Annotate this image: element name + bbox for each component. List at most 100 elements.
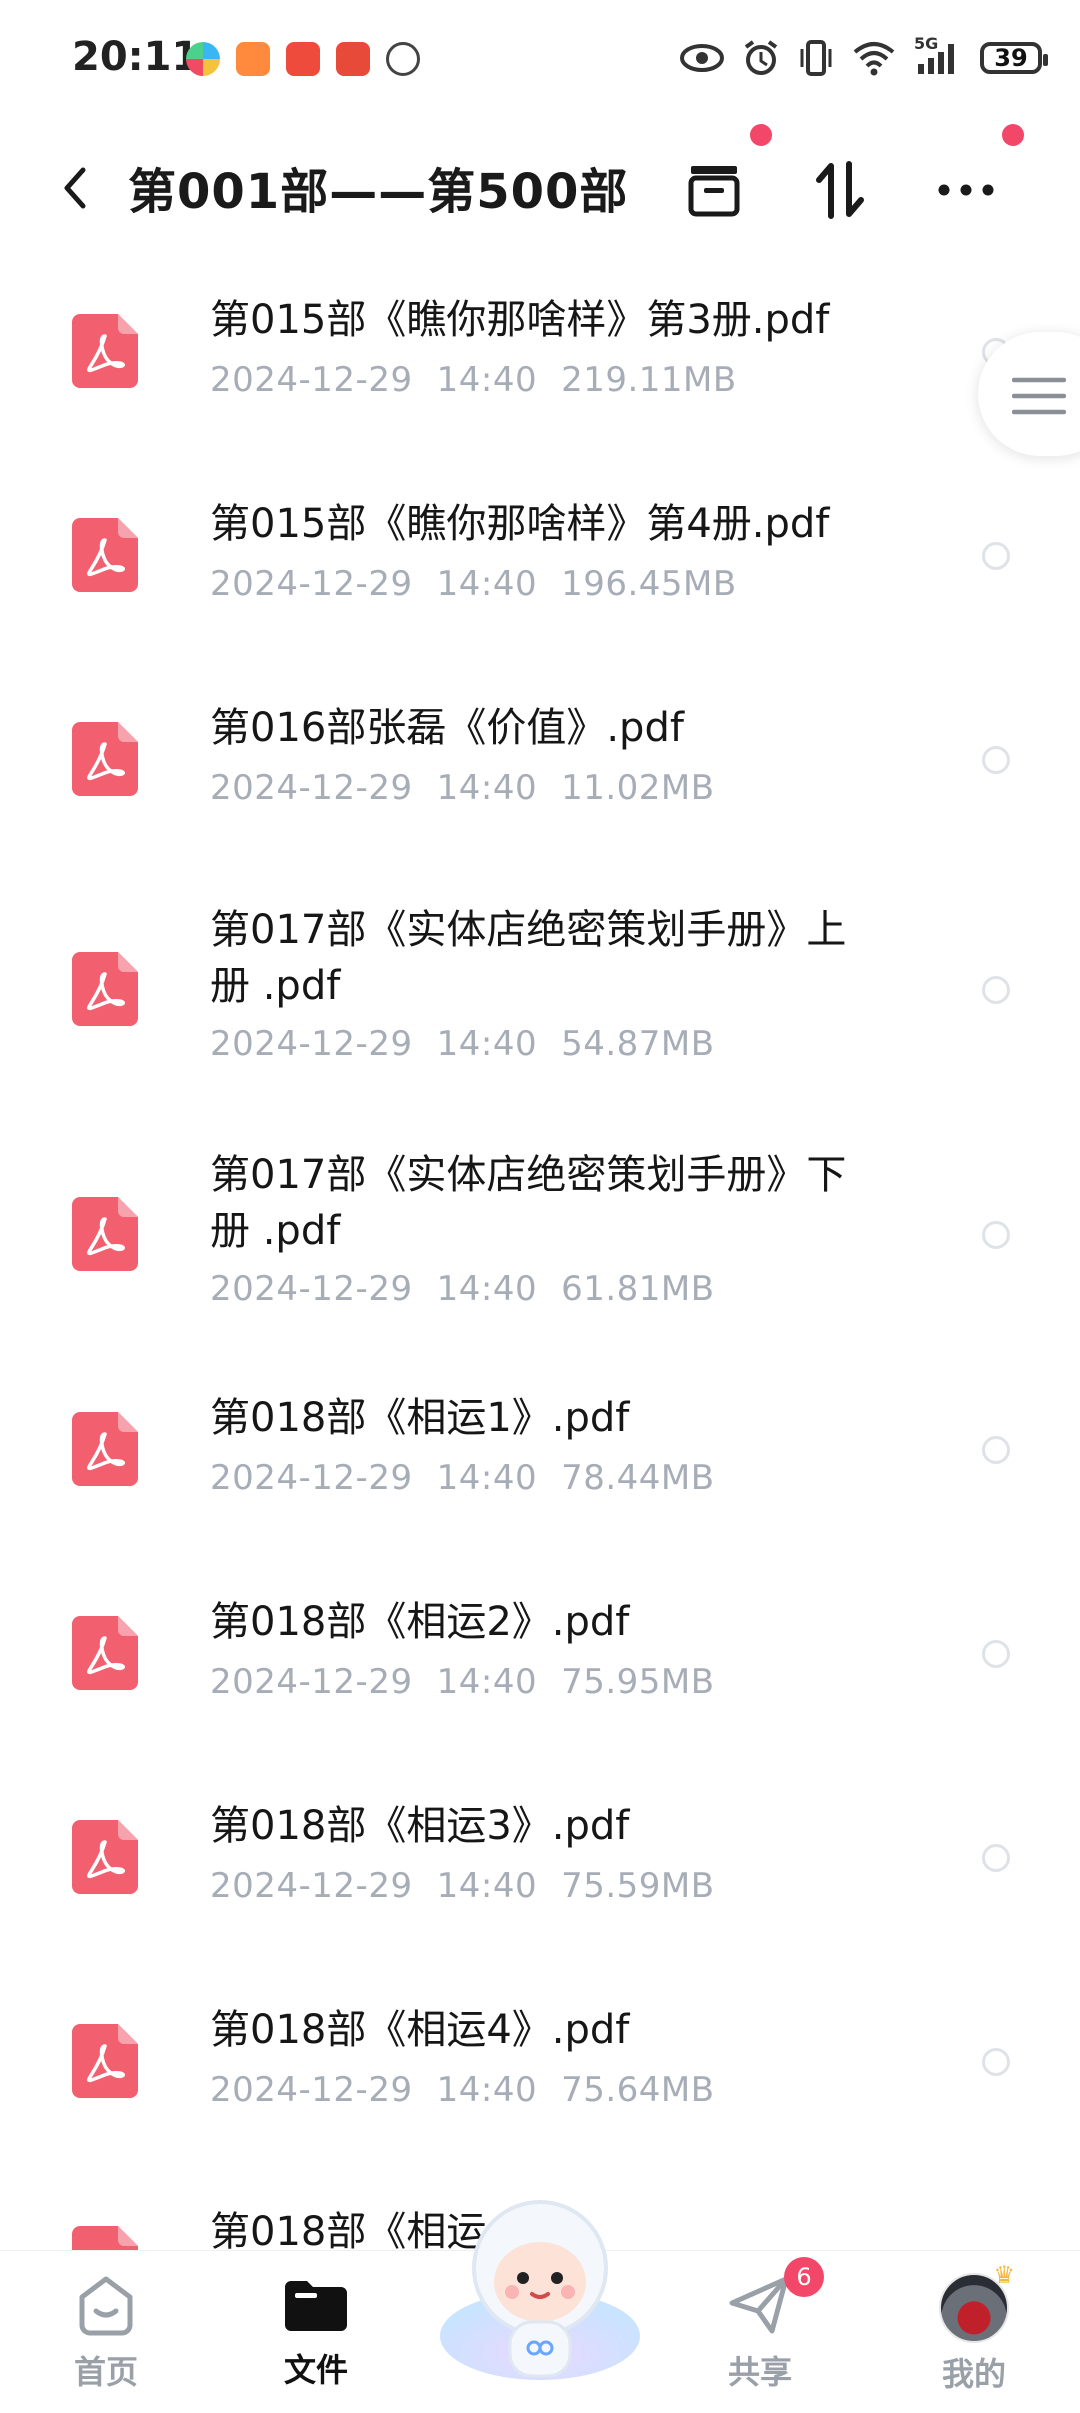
status-right-icons: 5G 39	[680, 34, 1048, 78]
pdf-file-icon	[72, 2024, 138, 2098]
avatar: ♛	[939, 2261, 1015, 2343]
sort-button[interactable]	[800, 150, 880, 230]
alarm-icon	[742, 38, 780, 78]
app-notification-icon	[386, 42, 420, 76]
select-radio[interactable]	[982, 976, 1010, 1004]
more-icon	[938, 184, 994, 196]
file-time: 14:40	[436, 360, 538, 400]
file-size: 75.59MB	[561, 1866, 715, 1906]
network-type: 5G	[914, 34, 939, 53]
app-notification-icon	[186, 42, 220, 76]
file-name: 第016部张磊《价值》.pdf	[210, 705, 684, 751]
file-time: 14:40	[436, 1866, 538, 1906]
pdf-file-icon	[72, 1820, 138, 1894]
select-radio[interactable]	[982, 542, 1010, 570]
file-time: 14:40	[436, 1662, 538, 1702]
pdf-file-icon	[72, 722, 138, 796]
file-time: 14:40	[436, 1458, 538, 1498]
select-radio[interactable]	[982, 1844, 1010, 1872]
assistant-mascot-button[interactable]	[430, 2186, 650, 2386]
page-title: 第001部——第500部	[128, 164, 629, 220]
file-name: 第018部《相运3》.pdf	[210, 1803, 630, 1849]
select-radio[interactable]	[982, 1640, 1010, 1668]
status-time: 20:11	[72, 34, 200, 80]
pdf-file-icon	[72, 314, 138, 388]
file-meta: 2024-12-29 14:40 78.44MB	[210, 1458, 739, 1498]
select-radio[interactable]	[982, 1221, 1010, 1249]
file-name: 第015部《瞧你那啥样》第3册.pdf	[210, 297, 830, 343]
status-app-icons	[186, 42, 420, 76]
mascot-icon	[440, 2200, 640, 2380]
file-size: 75.64MB	[561, 2070, 715, 2110]
battery-level: 39	[994, 44, 1028, 72]
nav-files[interactable]: 文件	[246, 2273, 386, 2391]
file-size: 75.95MB	[561, 1662, 715, 1702]
file-name: 第018部《相运4》.pdf	[210, 2007, 630, 2053]
archive-button[interactable]	[674, 150, 754, 230]
file-list: 第015部《瞧你那啥样》第3册.pdf 2024-12-29 14:40 219.1…	[0, 240, 1080, 2250]
nav-mine-label: 我的	[941, 2355, 1006, 2393]
file-time: 14:40	[436, 1024, 538, 1064]
select-radio[interactable]	[982, 2048, 1010, 2076]
pdf-file-icon	[72, 518, 138, 592]
file-size: 219.11MB	[561, 360, 737, 400]
notification-dot	[750, 124, 772, 146]
file-size: 11.02MB	[561, 768, 715, 808]
file-meta: 2024-12-29 14:40 219.11MB	[210, 360, 761, 400]
file-meta: 2024-12-29 14:40 196.45MB	[210, 564, 761, 604]
top-app-bar: 第001部——第500部	[0, 124, 1080, 240]
nav-share-label: 共享	[727, 2353, 792, 2391]
file-date: 2024-12-29	[210, 1662, 413, 1702]
file-time: 14:40	[436, 768, 538, 808]
status-bar: 20:11 5G 39	[0, 0, 1080, 120]
file-meta: 2024-12-29 14:40 75.64MB	[210, 2070, 739, 2110]
crown-icon: ♛	[993, 2261, 1015, 2289]
vibrate-icon	[798, 38, 834, 78]
file-date: 2024-12-29	[210, 1269, 413, 1309]
eye-icon	[680, 38, 724, 78]
menu-icon	[1012, 377, 1066, 415]
file-date: 2024-12-29	[210, 768, 413, 808]
share-badge: 6	[784, 2257, 824, 2297]
file-date: 2024-12-29	[210, 1458, 413, 1498]
file-time: 14:40	[436, 2070, 538, 2110]
pdf-file-icon	[72, 1197, 138, 1271]
folder-icon	[285, 2281, 347, 2331]
file-meta: 2024-12-29 14:40 75.95MB	[210, 1662, 739, 1702]
file-name: 第018部《相运2》.pdf	[210, 1599, 630, 1645]
nav-files-label: 文件	[283, 2351, 348, 2389]
send-icon	[729, 2276, 789, 2334]
pdf-file-icon	[72, 1412, 138, 1486]
file-name: 第017部《实体店绝密策划手册》下册 .pdf	[210, 1152, 847, 1254]
battery-icon: 39	[980, 42, 1048, 74]
file-size: 196.45MB	[561, 564, 737, 604]
pdf-file-icon	[72, 2226, 138, 2250]
app-notification-icon	[236, 42, 270, 76]
file-size: 54.87MB	[561, 1024, 715, 1064]
file-meta: 2024-12-29 14:40 54.87MB	[210, 1024, 739, 1064]
file-meta: 2024-12-29 14:40 11.02MB	[210, 768, 739, 808]
file-date: 2024-12-29	[210, 564, 413, 604]
select-radio[interactable]	[982, 746, 1010, 774]
app-notification-icon	[286, 42, 320, 76]
nav-home[interactable]: 首页	[36, 2273, 176, 2393]
pdf-file-icon	[72, 1616, 138, 1690]
nav-mine[interactable]: ♛ 我的	[904, 2261, 1044, 2395]
file-time: 14:40	[436, 1269, 538, 1309]
file-time: 14:40	[436, 564, 538, 604]
notification-dot	[1002, 124, 1024, 146]
file-size: 61.81MB	[561, 1269, 715, 1309]
more-button[interactable]	[926, 150, 1006, 230]
file-meta: 2024-12-29 14:40 61.81MB	[210, 1269, 739, 1309]
archive-icon	[688, 166, 740, 217]
pdf-file-icon	[72, 952, 138, 1026]
home-icon	[79, 2276, 133, 2336]
nav-home-label: 首页	[73, 2353, 138, 2391]
file-date: 2024-12-29	[210, 1024, 413, 1064]
file-name: 第017部《实体店绝密策划手册》上册 .pdf	[210, 907, 847, 1009]
file-date: 2024-12-29	[210, 1866, 413, 1906]
select-radio[interactable]	[982, 1436, 1010, 1464]
back-button[interactable]	[50, 158, 100, 218]
sort-icon	[816, 161, 864, 219]
file-name: 第015部《瞧你那啥样》第4册.pdf	[210, 501, 830, 547]
